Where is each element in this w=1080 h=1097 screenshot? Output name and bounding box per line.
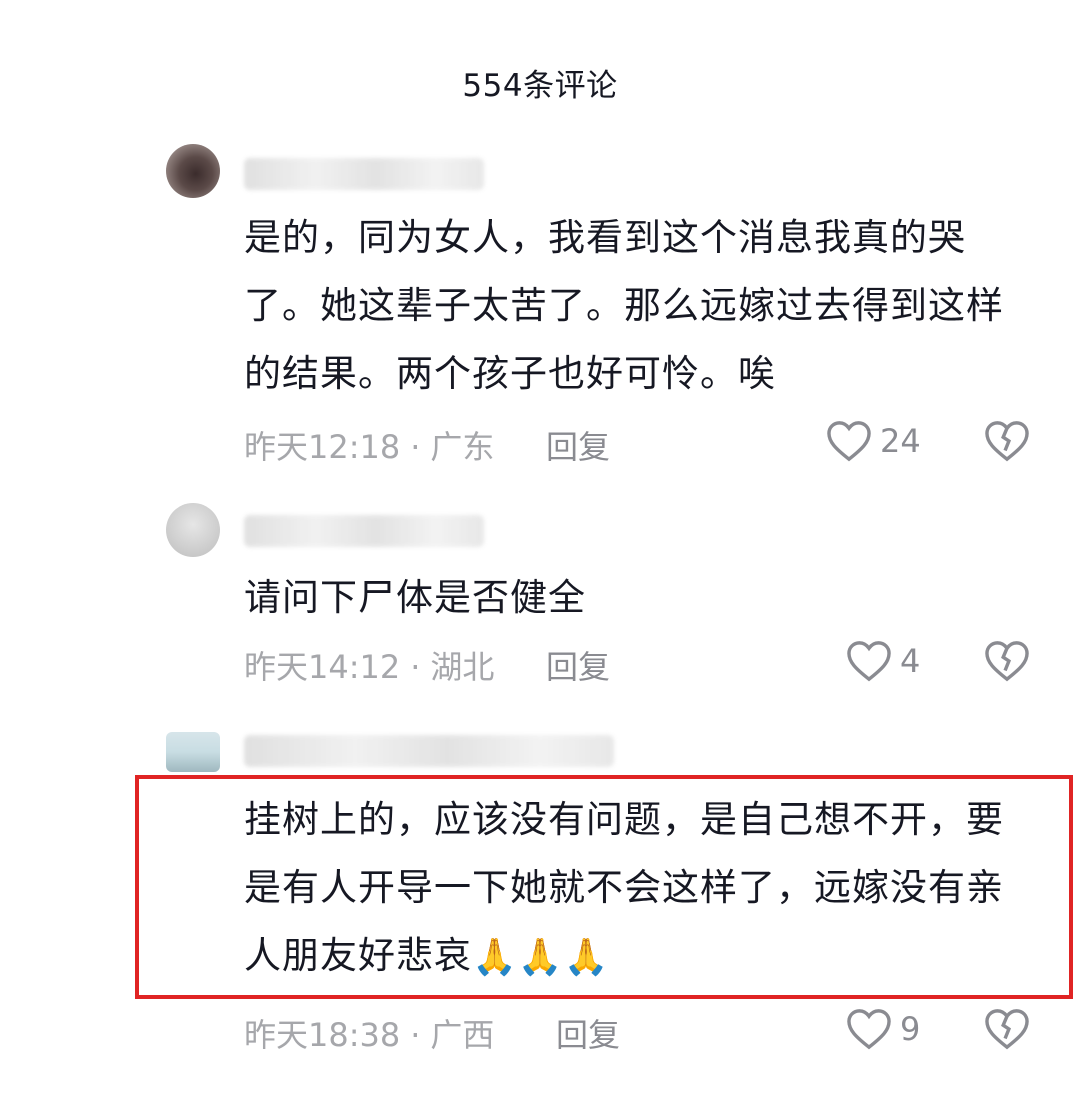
like-count: 4 — [900, 642, 921, 680]
dislike-button[interactable] — [984, 1008, 1030, 1054]
comment-text-body: 挂树上的，应该没有问题，是自己想不开，要是有人开导一下她就不会这样了，远嫁没有亲… — [244, 798, 1004, 977]
comment-location: 湖北 — [430, 648, 495, 686]
comments-count-title: 554条评论 — [462, 68, 618, 104]
comment-meta: 昨天14:12 · 湖北 — [244, 642, 494, 688]
broken-heart-icon — [985, 1009, 1029, 1050]
username-blurred[interactable] — [244, 158, 484, 190]
comment-location: 广西 — [430, 1016, 495, 1054]
username-blurred[interactable] — [244, 735, 614, 767]
broken-heart-icon — [985, 421, 1029, 462]
like-button[interactable]: 9 — [846, 1008, 920, 1050]
dislike-button[interactable] — [984, 640, 1030, 686]
comment-text: 请问下尸体是否健全 — [244, 576, 586, 619]
like-count: 24 — [880, 422, 921, 460]
like-count: 9 — [900, 1010, 921, 1048]
meta-separator: · — [410, 1016, 421, 1054]
like-button[interactable]: 24 — [826, 420, 921, 462]
comment-text: 是的，同为女人，我看到这个消息我真的哭了。她这辈子太苦了。那么远嫁过去得到这样的… — [244, 216, 1004, 395]
reply-button[interactable]: 回复 — [546, 642, 610, 688]
dislike-button[interactable] — [984, 420, 1030, 466]
meta-separator: · — [410, 648, 421, 686]
comment-time: 昨天18:38 — [244, 1016, 401, 1054]
avatar[interactable] — [166, 144, 220, 198]
comment-meta: 昨天12:18 · 广东 — [244, 422, 494, 468]
comment-location: 广东 — [430, 428, 495, 466]
heart-outline-icon — [847, 641, 891, 682]
username-blurred[interactable] — [244, 515, 484, 547]
comment-time: 昨天14:12 — [244, 648, 401, 686]
reply-button[interactable]: 回复 — [556, 1010, 620, 1056]
comment-meta: 昨天18:38 · 广西 — [244, 1010, 494, 1056]
avatar[interactable] — [166, 503, 220, 557]
comment-text: 挂树上的，应该没有问题，是自己想不开，要是有人开导一下她就不会这样了，远嫁没有亲… — [244, 786, 1034, 992]
meta-separator: · — [410, 428, 421, 466]
comment-time: 昨天12:18 — [244, 428, 401, 466]
heart-outline-icon — [847, 1009, 891, 1050]
like-button[interactable]: 4 — [846, 640, 920, 682]
heart-outline-icon — [827, 421, 871, 462]
reply-button[interactable]: 回复 — [546, 422, 610, 468]
avatar[interactable] — [166, 732, 220, 772]
broken-heart-icon — [985, 641, 1029, 682]
praying-hands-emoji: 🙏🙏🙏 — [472, 936, 610, 978]
